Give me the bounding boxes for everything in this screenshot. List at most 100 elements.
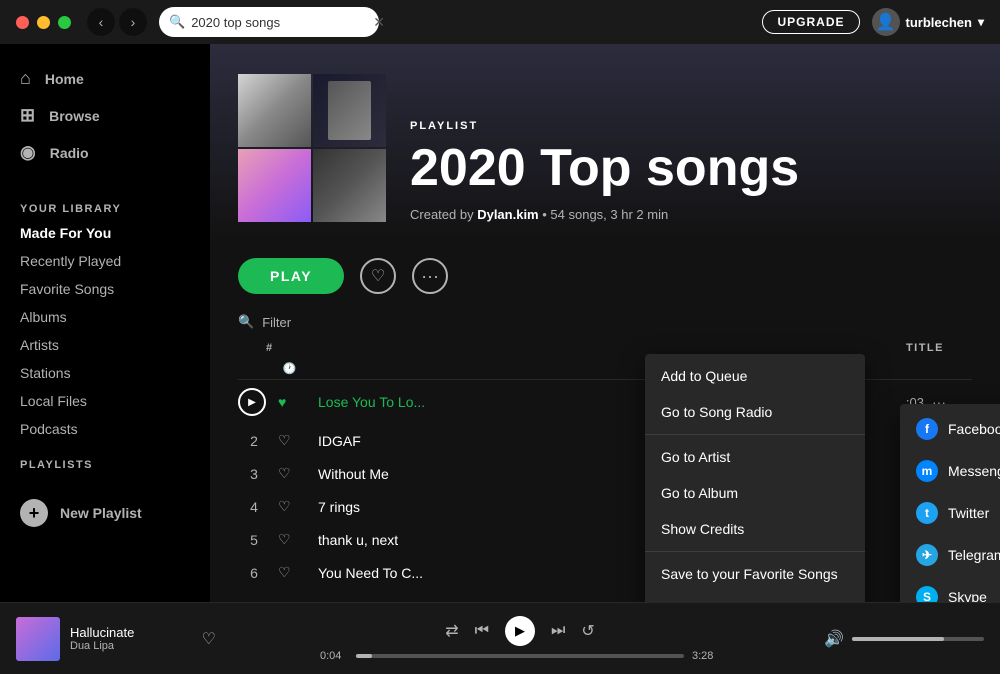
like-button[interactable]: ♡ <box>360 258 396 294</box>
sidebar-item-stations[interactable]: Stations <box>0 359 210 387</box>
back-button[interactable]: ‹ <box>87 8 115 36</box>
playlist-meta: Created by Dylan.kim • 54 songs, 3 hr 2 … <box>410 207 972 222</box>
track-more-icon[interactable]: ··· <box>932 433 972 449</box>
context-item-label: Go to Song Radio <box>661 404 772 420</box>
track-more-icon[interactable]: ··· <box>932 394 972 410</box>
upgrade-button[interactable]: UPGRADE <box>762 10 859 34</box>
close-button[interactable] <box>16 16 29 29</box>
table-row[interactable]: 5 ♡ thank u, next :03 ··· <box>210 523 1000 556</box>
table-row[interactable]: 6 ♡ You Need To C... :03 ··· <box>210 556 1000 589</box>
table-row[interactable]: ▶ ♥ Lose You To Lo... :03 ··· <box>210 380 1000 424</box>
sidebar-radio-label: Radio <box>50 145 89 161</box>
now-playing-artist: Dua Lipa <box>70 640 184 652</box>
sidebar-item-made-for-you[interactable]: Made For You <box>0 219 210 247</box>
now-playing: Hallucinate Dua Lipa ♡ <box>16 617 216 661</box>
next-icon[interactable]: ⏭ <box>551 622 565 640</box>
context-item-label: Save to your Favorite Songs <box>661 566 838 582</box>
browse-icon: ⊞ <box>20 105 35 126</box>
sidebar-item-browse[interactable]: ⊞ Browse <box>0 97 210 134</box>
more-options-button[interactable]: ··· <box>412 258 448 294</box>
track-more-icon[interactable]: ··· <box>932 565 972 581</box>
table-row[interactable]: 3 ♡ Without Me :03 ··· <box>210 457 1000 490</box>
current-time: 0:04 <box>320 650 348 662</box>
context-menu[interactable]: Add to Queue Go to Song Radio Go to Arti… <box>645 354 865 602</box>
filter-search-icon: 🔍 <box>238 314 254 330</box>
context-item-label: Add to Queue <box>661 368 747 384</box>
user-area[interactable]: 👤 turblechen ▾ <box>872 8 985 36</box>
playlist-actions: PLAY ♡ ··· <box>210 242 1000 310</box>
new-playlist-button[interactable]: + New Playlist <box>0 491 210 535</box>
track-more-icon[interactable]: ··· <box>932 499 972 515</box>
sidebar-item-local-files[interactable]: Local Files <box>0 387 210 415</box>
clear-search-icon[interactable]: ✕ <box>373 14 385 31</box>
track-duration: :03 <box>906 499 924 514</box>
track-duration: :03 <box>906 466 924 481</box>
total-time: 3:28 <box>692 650 720 662</box>
playlist-info: PLAYLIST 2020 Top songs Created by Dylan… <box>410 120 972 222</box>
sidebar-item-artists[interactable]: Artists <box>0 331 210 359</box>
context-item-label: Show Credits <box>661 521 744 537</box>
art-cell-1 <box>238 74 311 147</box>
playlists-section-label: PLAYLISTS <box>0 443 210 475</box>
home-icon: ⌂ <box>20 68 31 89</box>
track-more-icon[interactable]: ··· <box>932 532 972 548</box>
sidebar-item-podcasts[interactable]: Podcasts <box>0 415 210 443</box>
bottom-player: Hallucinate Dua Lipa ♡ ⇄ ⏮ ▶ ⏭ ↺ 0:04 3:… <box>0 602 1000 674</box>
art-cell-3 <box>238 149 311 222</box>
context-go-album[interactable]: Go to Album <box>645 475 865 511</box>
art-cell-2 <box>313 74 386 147</box>
sidebar-item-home[interactable]: ⌂ Home <box>0 60 210 97</box>
new-playlist-label: New Playlist <box>60 505 142 521</box>
context-add-to-queue[interactable]: Add to Queue <box>645 358 865 394</box>
volume-icon[interactable]: 🔊 <box>824 629 844 649</box>
table-row[interactable]: 4 ♡ 7 rings :03 ··· <box>210 490 1000 523</box>
sidebar-item-recently-played[interactable]: Recently Played <box>0 247 210 275</box>
context-divider <box>645 434 865 435</box>
volume-bar[interactable] <box>852 637 984 641</box>
context-divider <box>645 551 865 552</box>
maximize-button[interactable] <box>58 16 71 29</box>
progress-bar[interactable] <box>356 654 684 658</box>
track-heart-icon[interactable]: ♡ <box>278 432 310 449</box>
context-show-credits[interactable]: Show Credits <box>645 511 865 547</box>
context-go-artist[interactable]: Go to Artist <box>645 439 865 475</box>
nav-arrows: ‹ › <box>87 8 147 36</box>
minimize-button[interactable] <box>37 16 50 29</box>
track-more-icon[interactable]: ··· <box>932 466 972 482</box>
controls-row: ⇄ ⏮ ▶ ⏭ ↺ <box>445 616 595 646</box>
username-label: turblechen <box>906 15 972 30</box>
sidebar-nav: ⌂ Home ⊞ Browse ◉ Radio <box>0 44 210 187</box>
track-heart-icon[interactable]: ♡ <box>278 498 310 515</box>
now-playing-thumbnail <box>16 617 60 661</box>
track-duration: :03 <box>906 395 924 410</box>
art-cell-4 <box>313 149 386 222</box>
track-heart-icon[interactable]: ♡ <box>278 531 310 548</box>
sidebar-item-radio[interactable]: ◉ Radio <box>0 134 210 171</box>
table-row[interactable]: 2 ♡ IDGAF :03 ··· <box>210 424 1000 457</box>
track-heart-icon[interactable]: ♥ <box>278 394 310 410</box>
now-playing-heart-icon[interactable]: ♡ <box>202 629 216 649</box>
sidebar-item-favorite-songs[interactable]: Favorite Songs <box>0 275 210 303</box>
track-heart-icon[interactable]: ♡ <box>278 465 310 482</box>
content-area: PLAYLIST 2020 Top songs Created by Dylan… <box>210 44 1000 602</box>
progress-fill <box>356 654 372 658</box>
col-duration: 🕐 <box>283 362 298 375</box>
search-bar[interactable]: 🔍 ✕ <box>159 7 379 37</box>
previous-icon[interactable]: ⏮ <box>475 622 489 640</box>
context-go-song-radio[interactable]: Go to Song Radio <box>645 394 865 430</box>
repeat-icon[interactable]: ↺ <box>581 621 594 641</box>
forward-button[interactable]: › <box>119 8 147 36</box>
context-save-favorite[interactable]: Save to your Favorite Songs <box>645 556 865 592</box>
track-heart-icon[interactable]: ♡ <box>278 564 310 581</box>
track-number: 4 <box>238 499 270 515</box>
search-input[interactable] <box>191 15 367 30</box>
main-layout: ⌂ Home ⊞ Browse ◉ Radio YOUR LIBRARY Mad… <box>0 44 1000 602</box>
track-duration: :03 <box>906 433 924 448</box>
col-heart <box>306 342 898 354</box>
shuffle-icon[interactable]: ⇄ <box>445 621 458 641</box>
sidebar-item-albums[interactable]: Albums <box>0 303 210 331</box>
context-add-playlist[interactable]: Add to Playlist › <box>645 592 865 602</box>
play-pause-button[interactable]: ▶ <box>505 616 535 646</box>
play-button[interactable]: PLAY <box>238 258 344 294</box>
col-title: TITLE <box>906 342 944 354</box>
